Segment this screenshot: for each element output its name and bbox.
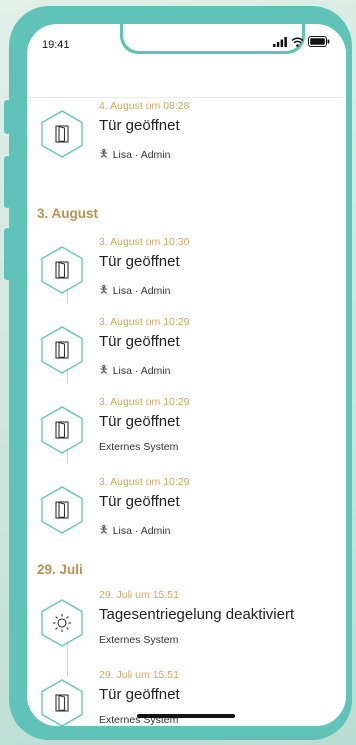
timeline-entry[interactable]: 3. August um 10:29 Tür geöffnet 🯅 Lisa · … [27,313,346,393]
entry-time: 3. August um 10:29 [99,396,190,408]
door-icon [38,679,86,726]
entry-subtitle-text: Externes System [99,634,179,646]
entry-title: Tagesentriegelung deaktiviert [99,606,295,623]
door-icon [38,486,86,534]
timeline-entry[interactable]: 3. August um 10:30 Tür geöffnet 🯅 Lisa · … [27,233,346,313]
entry-subtitle-text: Lisa · Admin [112,524,171,537]
entry-time: 29. Juli um 15:51 [99,589,179,601]
entry-subtitle-text: Externes System [99,441,179,453]
battery-icon [308,36,330,47]
entry-time: 4. August um 08:28 [99,100,190,112]
activity-timeline[interactable]: 4. August um 08:28 Tür geöffnet 🯅 Lisa · … [27,98,346,726]
wifi-icon [291,37,304,47]
entry-title: Tür geöffnet [99,333,180,350]
entry-title: Tür geöffnet [99,686,180,703]
user-icon: 🯅 [99,364,109,376]
entry-subtitle-text: Lisa · Admin [112,364,171,377]
user-icon: 🯅 [99,284,109,296]
entry-title: Tür geöffnet [99,493,180,510]
date-header: 29. Juli [37,562,83,577]
user-icon: 🯅 [99,524,109,536]
status-icons [273,36,330,47]
entry-title: Tür geöffnet [99,117,180,134]
entry-time: 29. Juli um 15:51 [99,669,179,681]
timeline-entry[interactable]: 3. August um 10:29 Tür geöffnet 🯅 Lisa · … [27,473,346,553]
entry-subtitle: 🯅 Lisa · Admin [99,145,170,164]
entry-subtitle-text: Lisa · Admin [112,148,171,161]
entry-subtitle: Externes System [99,441,178,453]
entry-subtitle-text: Lisa · Admin [112,284,171,297]
entry-subtitle: Externes System [99,634,178,646]
screen: 19:41 4. August um 08:28 Tür geöffnet 🯅 … [27,24,346,726]
home-indicator[interactable] [137,714,235,718]
entry-subtitle: 🯅 Lisa · Admin [99,281,170,300]
entry-subtitle: 🯅 Lisa · Admin [99,521,170,540]
door-icon [38,326,86,374]
timeline-entry[interactable]: 4. August um 08:28 Tür geöffnet 🯅 Lisa · … [27,97,346,177]
entry-time: 3. August um 10:30 [99,236,190,248]
phone-frame: 19:41 4. August um 08:28 Tür geöffnet 🯅 … [9,6,352,740]
status-time: 19:41 [42,39,70,51]
timeline-entry[interactable]: 3. August um 10:29 Tür geöffnet Externes… [27,393,346,473]
sun-icon [38,599,86,647]
entry-subtitle: 🯅 Lisa · Admin [99,361,170,380]
signal-icon [273,36,287,47]
entry-title: Tür geöffnet [99,413,180,430]
timeline-entry[interactable]: 29. Juli um 15:51 Tagesentriegelung deak… [27,586,346,666]
door-icon [38,406,86,454]
entry-time: 3. August um 10:29 [99,476,190,488]
door-icon [38,246,86,294]
user-icon: 🯅 [99,148,109,160]
entry-title: Tür geöffnet [99,253,180,270]
entry-time: 3. August um 10:29 [99,316,190,328]
door-icon [38,110,86,158]
date-header: 3. August [37,206,99,221]
